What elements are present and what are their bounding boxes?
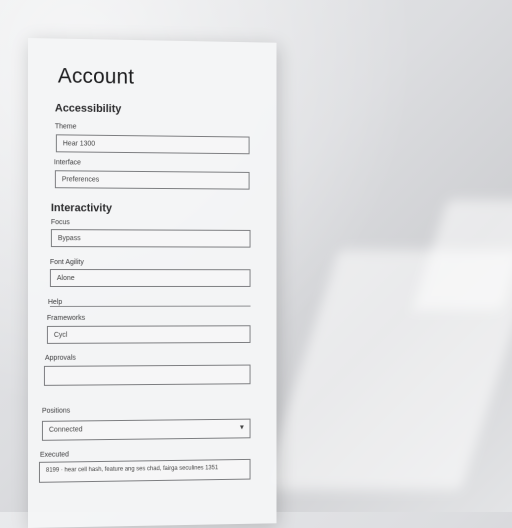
positions-select[interactable]: Connected ▾ [41,418,251,441]
section-heading-accessibility: Accessibility [54,102,122,116]
field-label-font-agility: Font Agility [49,259,84,267]
field-label-executed: Executed [39,451,69,459]
frameworks-input[interactable]: Cycl [46,325,251,344]
theme-input[interactable]: Hear 1300 [55,134,250,155]
section-heading-interactivity: Interactivity [50,202,112,215]
field-label-help: Help [47,298,63,306]
focus-input[interactable]: Bypass [50,229,251,248]
approvals-input[interactable] [43,364,251,386]
select-value: Connected [48,426,83,434]
chevron-down-icon: ▾ [239,422,244,432]
interface-input[interactable]: Preferences [54,170,250,190]
field-label-interface: Interface [53,159,81,167]
field-label-approvals: Approvals [44,354,76,362]
page-title: Account [57,64,135,89]
field-label-frameworks: Frameworks [46,314,86,322]
executed-input[interactable]: 8199 · hear cell hash, feature ang ses c… [38,458,251,483]
field-label-theme: Theme [54,123,77,131]
field-label-focus: Focus [50,219,70,227]
divider [49,305,251,307]
field-label-positions: Positions [41,407,71,415]
account-form-panel: Account Accessibility Theme Hear 1300 In… [28,38,277,528]
font-agility-input[interactable]: Alone [49,269,251,287]
